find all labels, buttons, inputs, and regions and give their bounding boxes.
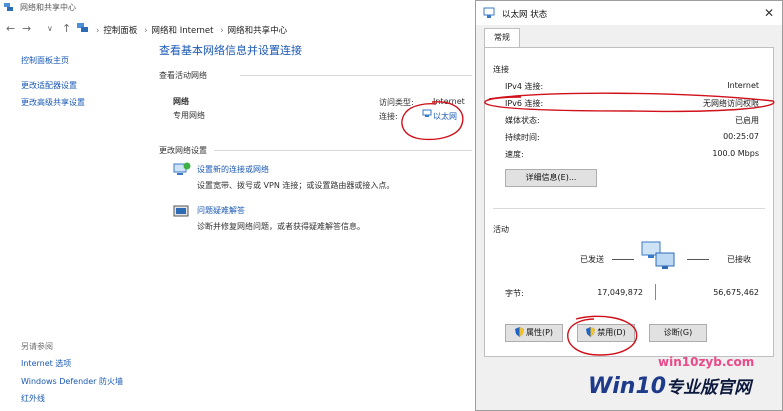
properties-button[interactable]: 属性(P) — [505, 324, 563, 342]
dialog-title: 以太网 状态 — [502, 10, 548, 20]
sent-line — [612, 259, 634, 260]
forward-arrow-icon[interactable]: → — [22, 22, 31, 35]
watermark-brand-en: Win10 — [588, 374, 667, 399]
ethernet-status-dialog: 以太网 状态 ✕ 常规 连接 IPv4 连接: Internet IPv6 连接… — [475, 0, 783, 411]
back-arrow-icon[interactable]: ← — [6, 22, 15, 35]
tab-general[interactable]: 常规 — [484, 28, 520, 48]
received-line — [687, 259, 709, 260]
breadcrumb-control-panel[interactable]: 控制面板 — [103, 26, 137, 36]
properties-button-label: 属性(P) — [525, 328, 554, 337]
duration-value: 00:25:07 — [723, 132, 759, 141]
see-also-infrared[interactable]: 红外线 — [21, 393, 45, 404]
close-icon[interactable]: ✕ — [760, 4, 778, 22]
watermark-site: win10zyb.com — [658, 355, 755, 369]
divider — [493, 208, 765, 209]
task-new-connection-desc: 设置宽带、拨号或 VPN 连接；或设置路由器或接入点。 — [197, 181, 395, 190]
task-new-connection-link[interactable]: 设置新的连接或网络 — [197, 164, 269, 175]
sidebar-link-adapter-settings[interactable]: 更改适配器设置 — [21, 80, 77, 91]
bytes-label: 字节: — [505, 289, 524, 298]
watermark-brand: Win10专业版官网 — [588, 373, 751, 399]
troubleshoot-icon — [173, 205, 189, 217]
connections-label: 连接: — [379, 112, 398, 121]
speed-label: 速度: — [505, 150, 524, 159]
up-arrow-icon[interactable]: ↑ — [62, 22, 71, 35]
see-also-internet-options[interactable]: Internet 选项 — [21, 358, 71, 369]
red-annotation-ipv6 — [484, 92, 775, 113]
dialog-title-bar: 以太网 状态 ✕ — [476, 1, 782, 25]
see-also-defender-firewall[interactable]: Windows Defender 防火墙 — [21, 376, 123, 387]
breadcrumb-network-sharing[interactable]: 网络和共享中心 — [228, 26, 288, 36]
new-connection-icon — [173, 162, 191, 175]
bytes-sent-value: 17,049,872 — [597, 288, 643, 297]
window-title: 网络和共享中心 — [20, 3, 76, 12]
watermark-brand-cn: 专业版官网 — [666, 378, 752, 398]
details-button[interactable]: 详细信息(E)... — [505, 169, 597, 187]
diagnose-button[interactable]: 诊断(G) — [649, 324, 707, 342]
page-title: 查看基本网络信息并设置连接 — [159, 44, 302, 57]
divider — [214, 150, 472, 151]
network-icon — [4, 3, 13, 11]
sidebar-link-advanced-sharing[interactable]: 更改高级共享设置 — [21, 97, 85, 108]
breadcrumb-network-internet[interactable]: 网络和 Internet — [152, 26, 214, 36]
red-annotation-disable — [567, 315, 638, 356]
speed-value: 100.0 Mbps — [712, 149, 759, 158]
divider — [240, 75, 472, 76]
sent-label: 已发送 — [580, 255, 604, 264]
duration-label: 持续时间: — [505, 133, 540, 142]
network-name: 网络 — [173, 97, 189, 106]
media-state-label: 媒体状态: — [505, 116, 540, 125]
ethernet-icon — [483, 7, 495, 18]
received-label: 已接收 — [727, 255, 751, 264]
task-troubleshoot-desc: 诊断并修复网络问题，或者获得疑难解答信息。 — [197, 222, 365, 231]
breadcrumb: › 控制面板 › 网络和 Internet › 网络和共享中心 — [96, 26, 288, 36]
see-also-label: 另请参阅 — [21, 342, 53, 351]
active-networks-label: 查看活动网络 — [159, 71, 207, 80]
sidebar-link-home[interactable]: 控制面板主页 — [21, 55, 69, 66]
bytes-divider — [655, 284, 656, 300]
recent-chevron-icon[interactable]: ∨ — [47, 24, 53, 33]
bytes-received-value: 56,675,462 — [713, 288, 759, 297]
control-panel-icon — [77, 23, 88, 32]
network-activity-icon — [641, 241, 675, 269]
change-network-settings-label: 更改网络设置 — [159, 146, 207, 155]
media-state-value: 已启用 — [735, 116, 759, 125]
uac-shield-icon — [514, 327, 524, 337]
red-annotation-circle — [401, 101, 464, 141]
task-troubleshoot-link[interactable]: 问题疑难解答 — [197, 205, 245, 216]
connection-section-label: 连接 — [493, 65, 509, 74]
activity-section-label: 活动 — [493, 225, 509, 234]
network-type: 专用网络 — [173, 111, 205, 120]
